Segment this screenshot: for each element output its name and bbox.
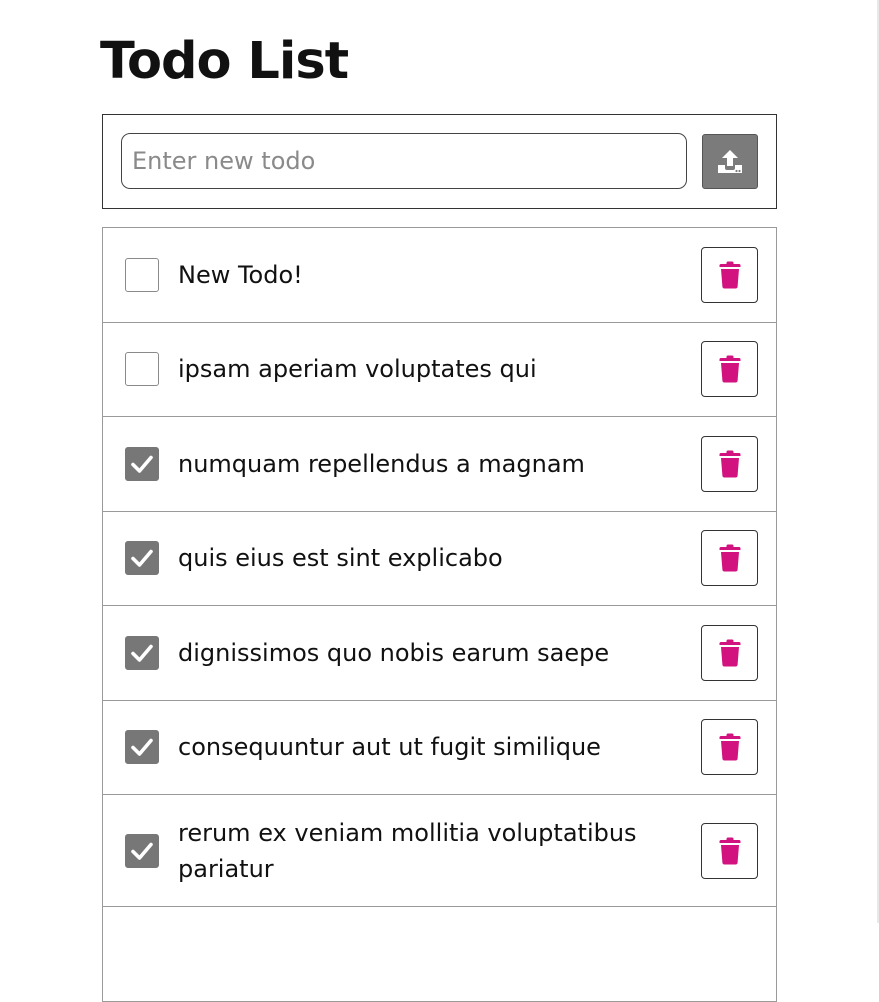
delete-todo-button[interactable] (701, 246, 758, 303)
trash-icon (719, 261, 740, 289)
trash-icon (719, 733, 740, 761)
todo-checkbox[interactable] (125, 446, 159, 481)
delete-todo-button[interactable] (701, 435, 758, 492)
todo-checkbox[interactable] (125, 635, 159, 670)
todo-text: numquam repellendus a magnam (178, 449, 585, 478)
new-todo-input[interactable] (121, 133, 687, 189)
todo-item: numquam repellendus a magnam (102, 417, 777, 512)
checkmark-icon (131, 842, 153, 860)
todo-text: quis eius est sint explicabo (178, 544, 503, 573)
todo-text: ipsam aperiam voluptates qui (178, 355, 537, 384)
delete-todo-button[interactable] (701, 341, 758, 398)
todo-item: New Todo! (102, 228, 777, 323)
todo-list: New Todo! ipsam aperiam voluptates qui n… (102, 227, 777, 1002)
trash-icon (719, 544, 740, 572)
delete-todo-button[interactable] (701, 822, 758, 879)
todo-item: rerum ex veniam mollitia voluptatibus pa… (102, 795, 777, 907)
page-title: Todo List (100, 32, 349, 91)
checkmark-icon (131, 549, 153, 568)
todo-checkbox[interactable] (125, 352, 159, 387)
todo-checkbox[interactable] (125, 257, 159, 292)
checkmark-icon (131, 738, 153, 757)
todo-text: dignissimos quo nobis earum saepe (178, 638, 610, 667)
delete-todo-button[interactable] (701, 530, 758, 587)
new-todo-form (102, 114, 777, 209)
todo-item: consequuntur aut ut fugit similique (102, 700, 777, 795)
todo-text: New Todo! (178, 260, 303, 289)
todo-item-partial (102, 907, 777, 1002)
todo-item: quis eius est sint explicabo (102, 511, 777, 606)
todo-text: rerum ex veniam mollitia voluptatibus pa… (178, 818, 637, 883)
delete-todo-button[interactable] (701, 719, 758, 776)
checkmark-icon (131, 644, 153, 662)
trash-icon (719, 355, 740, 383)
todo-item: ipsam aperiam voluptates qui (102, 322, 777, 417)
upload-icon (718, 149, 742, 173)
checkmark-icon (131, 455, 153, 473)
trash-icon (719, 837, 740, 864)
delete-todo-button[interactable] (701, 624, 758, 681)
todo-text: consequuntur aut ut fugit similique (178, 733, 601, 762)
add-todo-button[interactable] (702, 134, 758, 189)
todo-checkbox[interactable] (125, 833, 159, 868)
todo-item: dignissimos quo nobis earum saepe (102, 606, 777, 701)
todo-checkbox[interactable] (125, 541, 159, 576)
trash-icon (719, 450, 740, 478)
todo-checkbox[interactable] (125, 730, 159, 765)
trash-icon (719, 639, 740, 667)
